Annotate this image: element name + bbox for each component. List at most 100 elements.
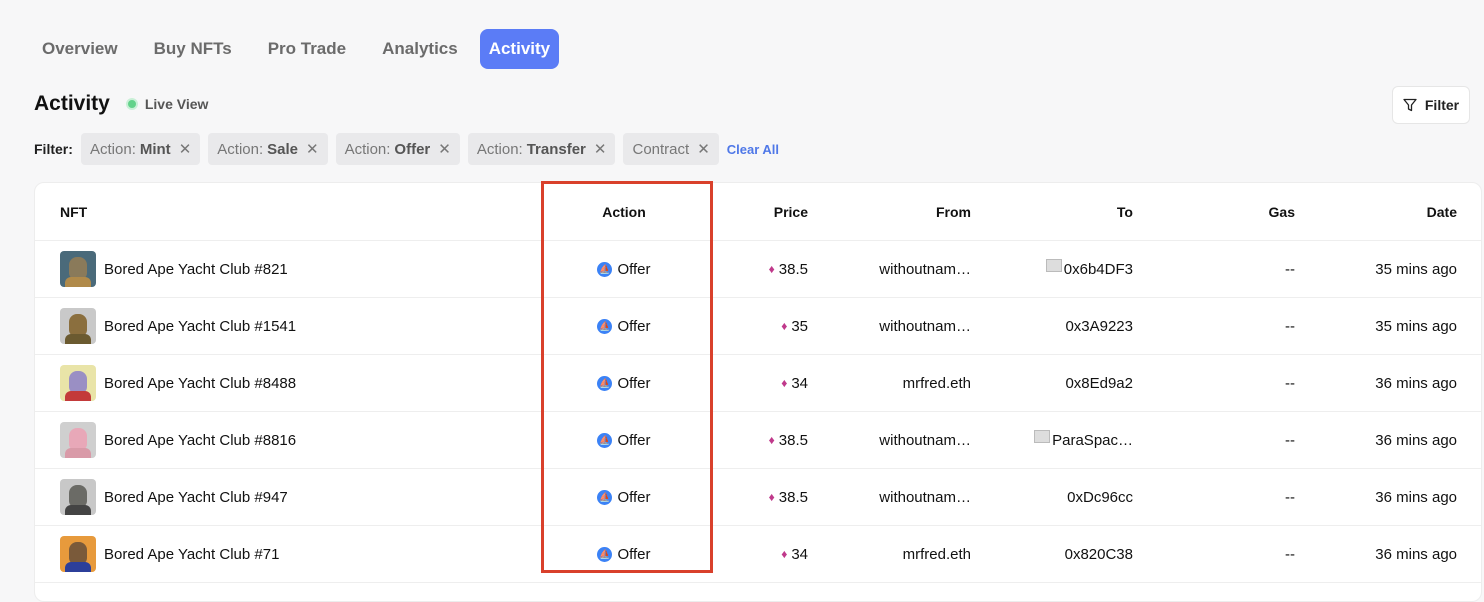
nft-cell[interactable]: Bored Ape Yacht Club #821 xyxy=(60,241,510,297)
table-row[interactable]: Bored Ape Yacht Club #8816 ⛵ Offer ♦ 38.… xyxy=(35,412,1481,469)
to-address[interactable]: 0x3A9223 xyxy=(1065,318,1133,335)
table-row[interactable]: Bored Ape Yacht Club #8488 ⛵ Offer ♦ 34 … xyxy=(35,355,1481,412)
date-cell[interactable]: 36 mins ago xyxy=(1295,412,1457,468)
nft-cell[interactable]: Bored Ape Yacht Club #947 xyxy=(60,469,510,525)
action-label: Offer xyxy=(617,431,651,449)
header-gas[interactable]: Gas xyxy=(1145,183,1295,240)
from-cell[interactable]: withoutnam… xyxy=(815,241,971,297)
nft-cell[interactable]: Bored Ape Yacht Club #71 xyxy=(60,526,510,582)
date-cell[interactable]: 35 mins ago xyxy=(1295,298,1457,354)
from-cell[interactable]: mrfred.eth xyxy=(815,355,971,411)
remove-filter-icon[interactable]: ✕ xyxy=(594,140,607,158)
offer-icon: ⛵ xyxy=(597,432,613,448)
header-date[interactable]: Date xyxy=(1295,183,1457,240)
filter-chip-value: Transfer xyxy=(526,140,586,158)
header-to[interactable]: To xyxy=(975,183,1133,240)
tab-activity[interactable]: Activity xyxy=(479,29,560,69)
gas-cell: -- xyxy=(1145,412,1295,468)
tab-analytics[interactable]: Analytics xyxy=(368,29,472,69)
date-value[interactable]: 35 mins ago xyxy=(1375,318,1457,335)
to-address[interactable]: 0xDc96cc xyxy=(1067,489,1133,506)
to-address[interactable]: 0x6b4DF3 xyxy=(1064,261,1133,278)
tab-buy-nfts[interactable]: Buy NFTs xyxy=(140,29,246,69)
date-value[interactable]: 36 mins ago xyxy=(1375,432,1457,449)
filter-chip-prefix: Action: xyxy=(344,140,391,158)
offer-icon: ⛵ xyxy=(597,261,613,277)
remove-filter-icon[interactable]: ✕ xyxy=(438,140,451,158)
filter-chip[interactable]: Action: Offer ✕ xyxy=(335,133,460,165)
date-cell[interactable]: 36 mins ago xyxy=(1295,355,1457,411)
gas-value: -- xyxy=(1285,317,1295,335)
from-address[interactable]: withoutnam… xyxy=(879,261,971,278)
gas-cell: -- xyxy=(1145,298,1295,354)
filter-chip[interactable]: Action: Mint ✕ xyxy=(81,133,201,165)
from-cell[interactable]: withoutnam… xyxy=(815,412,971,468)
to-cell[interactable]: 0x6b4DF3 xyxy=(975,241,1133,297)
nft-cell[interactable]: Bored Ape Yacht Club #8488 xyxy=(60,355,510,411)
offer-icon: ⛵ xyxy=(597,489,613,505)
to-cell[interactable]: 0x3A9223 xyxy=(975,298,1133,354)
date-value[interactable]: 36 mins ago xyxy=(1375,546,1457,563)
date-cell[interactable]: 36 mins ago xyxy=(1295,469,1457,525)
date-value[interactable]: 35 mins ago xyxy=(1375,261,1457,278)
filter-chip[interactable]: Action: Sale ✕ xyxy=(208,133,328,165)
nft-cell[interactable]: Bored Ape Yacht Club #8816 xyxy=(60,412,510,468)
gas-value: -- xyxy=(1285,431,1295,449)
from-address[interactable]: withoutnam… xyxy=(879,318,971,335)
filter-button-label: Filter xyxy=(1424,97,1460,113)
nft-avatar xyxy=(60,365,96,401)
from-address[interactable]: withoutnam… xyxy=(879,432,971,449)
tab-overview[interactable]: Overview xyxy=(28,29,132,69)
table-row[interactable]: Bored Ape Yacht Club #71 ⛵ Offer ♦ 34 mr… xyxy=(35,526,1481,583)
from-cell[interactable]: withoutnam… xyxy=(815,298,971,354)
price-cell: ♦ 38.5 xyxy=(708,241,808,297)
nft-avatar xyxy=(60,251,96,287)
header-price[interactable]: Price xyxy=(708,183,808,240)
to-address[interactable]: 0x8Ed9a2 xyxy=(1065,375,1133,392)
date-cell[interactable]: 35 mins ago xyxy=(1295,241,1457,297)
from-address[interactable]: mrfred.eth xyxy=(903,375,971,392)
nft-name: Bored Ape Yacht Club #821 xyxy=(104,260,288,278)
from-address[interactable]: withoutnam… xyxy=(879,489,971,506)
date-cell[interactable]: 36 mins ago xyxy=(1295,526,1457,582)
page-header: Activity Live View xyxy=(34,92,208,116)
remove-filter-icon[interactable]: ✕ xyxy=(697,140,710,158)
to-address[interactable]: 0x820C38 xyxy=(1065,546,1133,563)
price-cell: ♦ 34 xyxy=(708,355,808,411)
gas-cell: -- xyxy=(1145,241,1295,297)
filter-chip[interactable]: Action: Transfer ✕ xyxy=(467,133,616,165)
date-value[interactable]: 36 mins ago xyxy=(1375,489,1457,506)
clear-all-link[interactable]: Clear All xyxy=(727,142,779,157)
live-view-label: Live View xyxy=(144,96,209,112)
header-from[interactable]: From xyxy=(815,183,971,240)
filter-button[interactable]: Filter xyxy=(1392,86,1470,124)
remove-filter-icon[interactable]: ✕ xyxy=(179,140,192,158)
from-cell[interactable]: mrfred.eth xyxy=(815,526,971,582)
table-row[interactable]: Bored Ape Yacht Club #821 ⛵ Offer ♦ 38.5… xyxy=(35,241,1481,298)
header-action[interactable]: Action xyxy=(540,183,708,240)
gas-cell: -- xyxy=(1145,526,1295,582)
date-value[interactable]: 36 mins ago xyxy=(1375,375,1457,392)
active-filters: Filter: Action: Mint ✕ Action: Sale ✕ Action: O… xyxy=(34,133,779,165)
tab-pro-trade[interactable]: Pro Trade xyxy=(254,29,360,69)
price-value: 34 xyxy=(791,374,808,392)
from-address[interactable]: mrfred.eth xyxy=(903,546,971,563)
action-label: Offer xyxy=(617,317,651,335)
live-view-indicator[interactable]: Live View xyxy=(125,96,209,112)
price-value: 38.5 xyxy=(778,431,808,449)
filter-chip[interactable]: Contract ✕ xyxy=(623,133,719,165)
nft-avatar xyxy=(60,422,96,458)
to-cell[interactable]: 0x8Ed9a2 xyxy=(975,355,1133,411)
from-cell[interactable]: withoutnam… xyxy=(815,469,971,525)
to-address[interactable]: ParaSpac… xyxy=(1052,432,1133,449)
table-row[interactable]: Bored Ape Yacht Club #947 ⛵ Offer ♦ 38.5… xyxy=(35,469,1481,526)
action-label: Offer xyxy=(617,545,651,563)
to-cell[interactable]: 0xDc96cc xyxy=(975,469,1133,525)
table-row[interactable]: Bored Ape Yacht Club #1541 ⛵ Offer ♦ 35 … xyxy=(35,298,1481,355)
to-cell[interactable]: 0x820C38 xyxy=(975,526,1133,582)
header-nft[interactable]: NFT xyxy=(60,183,510,240)
nft-cell[interactable]: Bored Ape Yacht Club #1541 xyxy=(60,298,510,354)
price-value: 35 xyxy=(791,317,808,335)
remove-filter-icon[interactable]: ✕ xyxy=(306,140,319,158)
to-cell[interactable]: ParaSpac… xyxy=(975,412,1133,468)
